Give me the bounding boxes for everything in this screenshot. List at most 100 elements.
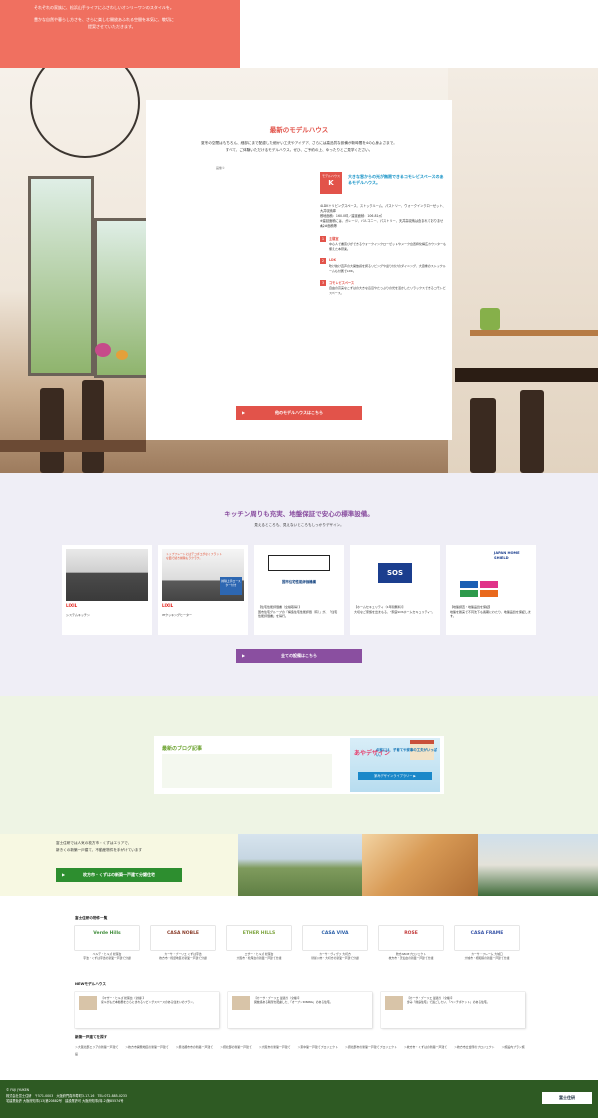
point-number: 3 [320,280,326,286]
property-card[interactable]: CASA NOBLE カーサ・ブーリエ くずは宇治 枚方市・樟葉地区の新築一戸建… [151,926,215,966]
property-card[interactable]: CASA FRAME カーサ・フレーム 大城口 大城市・相和院の新築一戸建て分譲 [455,926,519,966]
intro-section: それぞれの家族に、松浜山手ライフにふさわしいオンリーワンのスタイルを。 豊かな自… [0,0,598,68]
point-title: LDK [329,258,337,262]
intro-line: 提案させていただきます。 [88,24,136,29]
point-desc: 自由の高実なこずはの大きな窓辺やたっぷりの光を活かしたリラックスできるコモレビス… [329,286,446,295]
chair-photo [40,388,64,473]
point-title: 主寝室 [329,237,339,241]
equipment-card-ground[interactable]: JAPAN HOME SHIELD 【地盤調査・地盤品質を保証】 地盤を確実で不… [446,545,536,635]
roaster-tag: 掃除上手ロースター付き [220,577,242,595]
all-equipment-button[interactable]: ▶ 全ての設備はこちら [236,649,362,663]
search-tag-link[interactable]: ＞摂北部市の新築一戸建てプロジェクト [345,1045,397,1049]
point-title: コモレビスペース [329,281,355,285]
table-photo [0,440,146,452]
new-model-card[interactable]: 【カーサ・ブーリエ 最適り（全棟）】 開放感ある眺望を配慮した、「オープンDIN… [228,992,372,1028]
blog-list [162,754,332,788]
model-badge: モデルハウス K [320,172,342,194]
search-tag-link[interactable]: ＞東中築一戸建てプロジェクト [298,1045,338,1049]
equipment-title: キッチン周りも充実、地盤保証で安心の標準設備。 [224,510,374,518]
lixil-logo: LIXIL [162,603,174,608]
property-text: ベルデ・ヒルズ 松尾台 宇治・くずは宇治の新築一戸建て分譲 [83,952,131,960]
equipment-card-ih[interactable]: トップフレートにはデコボコがなくフラットな面で拭き掃除もラクラク。 掃除上手ロー… [158,545,248,635]
kitchen-photo [66,549,148,601]
equipment-caption: IHクッキングヒーター [162,613,193,617]
new-model-thumbnail [232,996,250,1010]
property-logo: Verde Hills [75,926,139,950]
equipment-caption: 【住宅性能評価書（全棟取得）】 国市住宅グループの「構造住宅性能評価（有）」が、… [258,605,338,619]
design-library-banner[interactable]: あやデザイン の家には、子育てや家事の工夫がいっぱい。 家みデザインライブラリー… [350,738,440,792]
river-photo [238,834,362,896]
footer-info: © FUJI JYUKEN 株式会社富士住研 〒571-0003 大阪府門真市寿… [6,1088,127,1103]
model-house-intro: 夏冬の空間はもちろん、細部にまで配慮した細かい工夫やアイデア、さらには高品質な設… [201,141,397,152]
property-card[interactable]: CASA VIVA カーサ・ヴィヴァ 大町方 寝屋川市・大町方の新築一戸建て分譲 [303,926,367,966]
equipment-card-performance[interactable]: 国市住宅性能評価機構 【住宅性能評価書（全棟取得）】 国市住宅グループの「構造住… [254,545,344,635]
intro-panel: それぞれの家族に、松浜山手ライフにふさわしいオンリーワンのスタイルを。 豊かな自… [0,0,240,68]
equipment-card-security[interactable]: SOS 【ホームセキュリティ（1年間無料）】 大切なご家族を出まもる、"家庭SO… [350,545,440,635]
new-model-card[interactable]: 【マザー・ヒルズ 松尾台（全棟）】 家ルがもだ本動務をさらにまれるリビングスペー… [75,992,219,1028]
properties-section: 富士住研の物件一覧 Verde Hills ベルデ・ヒルズ 松尾台 宇治・くずは… [0,896,598,1080]
property-card[interactable]: ETHER HILLS エザー・ヒルズ 松尾台 大阪市・松尾台の新築一戸建て分譲 [227,926,291,966]
new-model-thumbnail [385,996,403,1010]
property-text: 牧方ABCBプロジェクト 枚方市・天仙台の新築一戸建て分譲 [388,952,434,960]
table-photo [455,368,598,382]
blog-box: 最新のブログ記事 あやデザイン の家には、子育てや家事の工夫がいっぱい。 家みデ… [154,736,444,794]
blog-section: 最新のブログ記事 あやデザイン の家には、子育てや家事の工夫がいっぱい。 家みデ… [0,696,598,834]
hirakata-kuzuha-button[interactable]: ▶ 枚方市・くずはの新築一戸建て分譲住宅 [56,868,182,882]
property-text: カーサ・ヴィヴァ 大町方 寝屋川市・大町方の新築一戸建て分譲 [311,952,359,960]
model-house-card: 最新のモデルハウス 夏冬の空間はもちろん、細部にまで配慮した細かい工夫やアイデア… [146,100,452,440]
intro-line: それぞれの家族に、松浜山手ライフにふさわしいオンリーワンのスタイルを。 [34,5,174,10]
search-tag-link[interactable]: ＞枚方市立合所のプロジェクト [454,1045,494,1049]
chandelier-photo [30,68,140,158]
new-model-card[interactable]: 【カーサ・ブーリエ 最適り（全棟）】 歩み「前庭住宅」で過ごしたい、「ベンチポケ… [381,992,525,1028]
new-model-text: 【マザー・ヒルズ 松尾台（全棟）】 家ルがもだ本動務をさらにまれるリビングスペー… [101,996,196,1005]
performance-logos: 国市住宅性能評価機構 [258,549,340,601]
lixil-logo: LIXIL [66,603,78,608]
intro-line: 豊かな自然や暮らし方さを、さらに楽しむ開放あふれる空間を本気に、敬切に [34,17,174,22]
ih-cooker-photo: トップフレートにはデコボコがなくフラットな面で拭き掃除もラクラク。 掃除上手ロー… [162,549,244,601]
search-tag-link[interactable]: ＞大阪北部エリアの新築一戸建て [75,1045,118,1049]
property-logo: CASA NOBLE [151,926,215,950]
org-name: 国市住宅性能評価機構 [282,580,316,584]
model-house-image: 画像① [216,166,225,170]
design-library-button[interactable]: 家みデザインライブラリー ▶ [358,772,432,780]
equipment-card-kitchen[interactable]: LIXIL システムキッチン [62,545,152,635]
area-text: 富士住研では人気の枚方市・くずはエリアで、 新きくの新築一戸建て、不動産物件を手… [56,841,143,852]
sos-logo-area: SOS [354,549,436,601]
point-number: 2 [320,258,326,264]
plant-photo [480,308,500,330]
point-desc: 吹け抜け直声の大開放感を誇るリビングや迎り付けのダイニング、大迫重のストックルー… [329,264,446,273]
spec-line: 4LDK＋リビングスペース、ストックルーム、パストリー、ウォークインクローゼット… [320,204,446,213]
flower-photo [116,350,128,360]
other-model-houses-button[interactable]: ▶ 他のモデルハウスはこちら [236,406,362,420]
search-tag-link[interactable]: ＞摂北都市市の新築一戸建て [176,1045,214,1049]
property-card[interactable]: ROSE 牧方ABCBプロジェクト 枚方市・天仙台の新築一戸建て分譲 [379,926,443,966]
new-model-text: 【カーサ・ブーリエ 最適り（全棟）】 歩み「前庭住宅」で過ごしたい、「ベンチポケ… [407,996,490,1005]
tag-icon [480,590,498,597]
sos-logo: SOS [378,563,412,583]
chair-photo [520,390,544,473]
blog-title: 最新のブログ記事 [162,746,203,752]
performance-mark-icon [268,555,330,571]
new-model-thumbnail [79,996,97,1010]
equipment-caption: 【地盤調査・地盤品質を保証】 地盤を確実で不同沈下も長期にわたり、地盤品質を保証… [450,605,531,619]
search-tag-link[interactable]: ＞枚方市・くずはの新築一戸建て [404,1045,447,1049]
property-logo: CASA VIVA [303,926,367,950]
footer-logo[interactable]: 富士住研 [542,1092,592,1104]
chevron-right-icon: ▶ [242,653,246,658]
search-tags: ＞大阪北部エリアの新築一戸建て ＞枚方市開発地区の新築一戸建て ＞摂北都市市の新… [75,1044,525,1058]
search-heading: 新築一戸建てを探す [75,1035,108,1039]
equipment-caption: システムキッチン [66,613,90,617]
search-tag-link[interactable]: ＞枚方市開発地区の新築一戸建て [125,1045,168,1049]
tag-icon [460,581,478,588]
equipment-subtitle: 見えるところも、見えないところもしっかりデザイン。 [254,523,344,527]
search-tag-link[interactable]: ＞大阪市の新築一戸建て [259,1045,291,1049]
tag-icon [460,590,478,597]
search-tag-link[interactable]: ＞摂北部の新築一戸建て [220,1045,252,1049]
new-model-text: 【カーサ・ブーリエ 最適り（全棟）】 開放感ある眺望を配慮した、「オープンDIN… [254,996,333,1005]
equipment-section: キッチン周りも充実、地盤保証で安心の標準設備。 見えるところも、見えないところも… [0,473,598,696]
new-model-heading: NEWモデルハウス [75,982,106,986]
jhs-logo-area: JAPAN HOME SHIELD [450,549,532,601]
equipment-caption: 【ホームセキュリティ（1年間無料）】 大切なご家族を出まもる、"家庭SOSホーム… [354,605,435,614]
property-card[interactable]: Verde Hills ベルデ・ヒルズ 松尾台 宇治・くずは宇治の新築一戸建て分… [75,926,139,966]
area-section: 富士住研では人気の枚方市・くずはエリアで、 新きくの新築一戸建て、不動産物件を手… [0,834,598,896]
